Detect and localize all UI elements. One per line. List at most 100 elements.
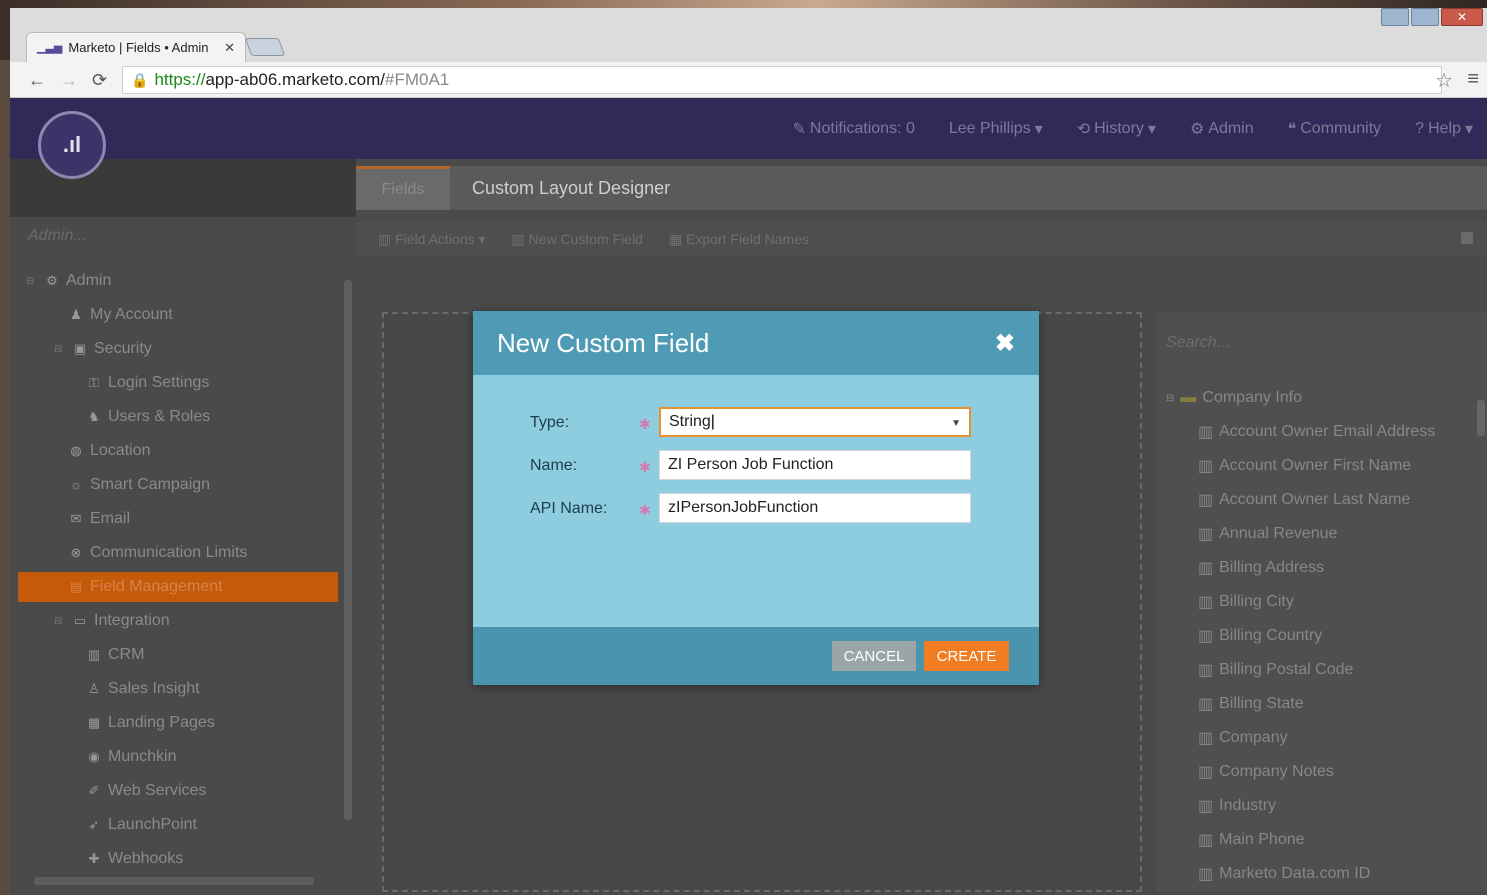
create-button[interactable]: CREATE bbox=[924, 641, 1009, 671]
field-search-input[interactable]: Search... bbox=[1166, 334, 1230, 352]
field-item[interactable]: ▥ Account Owner First Name bbox=[1198, 452, 1411, 480]
name-label: Name: bbox=[530, 457, 578, 474]
field-item[interactable]: ▥ Company bbox=[1198, 724, 1288, 752]
tree-item-field-management[interactable]: ▤ Field Management bbox=[18, 572, 338, 602]
marketo-logo-icon[interactable]: .ıl bbox=[38, 111, 106, 179]
field-item[interactable]: ▥ Industry bbox=[1198, 792, 1276, 820]
field-icon: ▥ bbox=[1198, 866, 1214, 883]
email-icon: ✉ bbox=[70, 511, 82, 526]
tab-close-icon[interactable]: ✕ bbox=[224, 40, 235, 56]
tree-item-webhooks[interactable]: ✚ Webhooks bbox=[86, 844, 184, 874]
admin-link[interactable]: ⚙ Admin bbox=[1190, 119, 1254, 139]
history-menu[interactable]: ⟲ History ▾ bbox=[1077, 119, 1156, 139]
crm-icon: ▥ bbox=[87, 647, 101, 662]
field-icon: ▥ bbox=[1198, 424, 1214, 441]
sales-icon: ♙ bbox=[88, 681, 100, 696]
tree-item-munchkin[interactable]: ◉ Munchkin bbox=[86, 742, 176, 772]
tab-fields[interactable]: Fields bbox=[356, 166, 450, 210]
services-icon: ✐ bbox=[88, 783, 100, 798]
field-list-scrollbar[interactable] bbox=[1475, 380, 1487, 890]
lock-icon: 🔒 bbox=[131, 71, 149, 88]
back-icon[interactable]: ← bbox=[28, 70, 46, 91]
tab-title: Marketo | Fields • Admin bbox=[68, 40, 209, 55]
url-bar[interactable]: 🔒 https://app-ab06.marketo.com/#FM0A1 bbox=[122, 66, 1442, 94]
notifications-link[interactable]: ✎ Notifications: 0 bbox=[793, 119, 915, 139]
field-icon: ▥ bbox=[1198, 594, 1214, 611]
field-icon: ▥ bbox=[1198, 832, 1214, 849]
help-menu[interactable]: ? Help ▾ bbox=[1415, 119, 1473, 139]
chevron-down-icon: ▼ bbox=[951, 418, 961, 429]
new-custom-field-button[interactable]: ▥ New Custom Field bbox=[511, 231, 643, 248]
community-icon: ❝ bbox=[1287, 120, 1297, 138]
page-icon: ▦ bbox=[87, 715, 101, 730]
main-toolbar: ▥ Field Actions ▾ ▥ New Custom Field ▦ E… bbox=[356, 222, 1487, 256]
field-item[interactable]: ▥ Billing Address bbox=[1198, 554, 1324, 582]
required-icon: ✱ bbox=[639, 459, 651, 475]
sidebar-search-input[interactable]: Admin... bbox=[20, 223, 356, 249]
tree-item-launchpoint[interactable]: ➶ LaunchPoint bbox=[86, 810, 197, 840]
forward-icon[interactable]: → bbox=[60, 70, 78, 91]
new-custom-field-dialog: New Custom Field ✖ Type: ✱ String | ▼ Nam… bbox=[473, 311, 1039, 685]
tree-item-sales-insight[interactable]: ♙ Sales Insight bbox=[86, 674, 199, 704]
toolbar-collapse-icon[interactable] bbox=[1461, 232, 1473, 244]
main-tabs: Fields Custom Layout Designer bbox=[356, 166, 1487, 210]
browser-menu-icon[interactable]: ≡ bbox=[1467, 68, 1479, 91]
close-icon[interactable]: ✖ bbox=[995, 329, 1015, 358]
gear-icon: ⚙ bbox=[46, 273, 58, 288]
sidebar-horizontal-scrollbar[interactable] bbox=[18, 874, 344, 888]
type-select[interactable]: String | ▼ bbox=[659, 407, 971, 437]
new-tab-button[interactable] bbox=[244, 38, 286, 56]
chevron-down-icon: ▾ bbox=[1147, 120, 1156, 138]
community-link[interactable]: ❝ Community bbox=[1288, 119, 1382, 139]
field-item[interactable]: ▥ Marketo Data.com ID bbox=[1198, 860, 1370, 888]
tree-item-users-roles[interactable]: ♞ Users & Roles bbox=[86, 402, 210, 432]
window-close-button[interactable]: ✕ bbox=[1441, 8, 1483, 26]
tree-item-my-account[interactable]: ♟ My Account bbox=[68, 300, 173, 330]
tree-item-smart-campaign[interactable]: ☼ Smart Campaign bbox=[68, 470, 210, 500]
field-item[interactable]: ▥ Company Notes bbox=[1198, 758, 1334, 786]
window-controls: ✕ bbox=[1381, 8, 1483, 28]
field-group-company-info[interactable]: ⊟ ▬ Company Info bbox=[1166, 384, 1302, 412]
field-item[interactable]: ▥ Main Phone bbox=[1198, 826, 1305, 854]
dialog-title: New Custom Field bbox=[497, 327, 710, 358]
tree-item-crm[interactable]: ▥ CRM bbox=[86, 640, 145, 670]
field-item[interactable]: ▥ Billing Postal Code bbox=[1198, 656, 1353, 684]
chevron-down-icon: ▾ bbox=[1034, 120, 1043, 138]
field-item[interactable]: ▥ Annual Revenue bbox=[1198, 520, 1337, 548]
field-item[interactable]: ▥ Billing State bbox=[1198, 690, 1304, 718]
cancel-button[interactable]: CANCEL bbox=[832, 641, 916, 671]
tree-item-integration[interactable]: ⊟ ▭ Integration bbox=[54, 606, 170, 636]
export-field-names-button[interactable]: ▦ Export Field Names bbox=[669, 231, 809, 248]
tree-item-security[interactable]: ⊟ ▣ Security bbox=[54, 334, 152, 364]
admin-tree: ⊟ ⚙ Admin ♟ My Account ⊟ ▣ Security ⚿ Login Se… bbox=[18, 266, 344, 886]
field-item[interactable]: ▥ Account Owner Email Address bbox=[1198, 418, 1435, 446]
bookmark-star-icon[interactable]: ☆ bbox=[1435, 68, 1453, 93]
tree-item-admin[interactable]: ⊟ ⚙ Admin bbox=[26, 266, 111, 296]
user-menu[interactable]: Lee Phillips ▾ bbox=[949, 119, 1043, 139]
field-icon: ▥ bbox=[1198, 458, 1214, 475]
tree-item-location[interactable]: ◍ Location bbox=[68, 436, 150, 466]
field-item[interactable]: ▥ Billing City bbox=[1198, 588, 1294, 616]
tab-custom-layout-designer[interactable]: Custom Layout Designer bbox=[472, 166, 670, 210]
chevron-down-icon: ▾ bbox=[1464, 120, 1473, 138]
globe-icon: ◍ bbox=[70, 443, 82, 458]
history-icon: ⟲ bbox=[1076, 120, 1091, 138]
browser-tab[interactable]: ▁▃▅ Marketo | Fields • Admin ✕ bbox=[26, 32, 246, 62]
field-actions-button[interactable]: ▥ Field Actions ▾ bbox=[378, 231, 485, 248]
tree-item-login-settings[interactable]: ⚿ Login Settings bbox=[86, 368, 209, 398]
minimize-button[interactable] bbox=[1381, 8, 1409, 26]
tree-item-landing-pages[interactable]: ▦ Landing Pages bbox=[86, 708, 215, 738]
api-name-field[interactable] bbox=[659, 493, 971, 523]
tree-item-email[interactable]: ✉ Email bbox=[68, 504, 130, 534]
tree-item-web-services[interactable]: ✐ Web Services bbox=[86, 776, 207, 806]
field-icon: ▥ bbox=[1198, 730, 1214, 747]
dialog-footer: CANCEL CREATE bbox=[473, 627, 1039, 685]
field-icon: ▥ bbox=[1198, 662, 1214, 679]
reload-icon[interactable]: ⟳ bbox=[92, 70, 107, 91]
field-item[interactable]: ▥ Account Owner Last Name bbox=[1198, 486, 1410, 514]
name-field[interactable] bbox=[659, 450, 971, 480]
sidebar-vertical-scrollbar[interactable] bbox=[341, 266, 355, 886]
tree-item-communication-limits[interactable]: ⊗ Communication Limits bbox=[68, 538, 248, 568]
maximize-button[interactable] bbox=[1411, 8, 1439, 26]
field-item[interactable]: ▥ Billing Country bbox=[1198, 622, 1322, 650]
